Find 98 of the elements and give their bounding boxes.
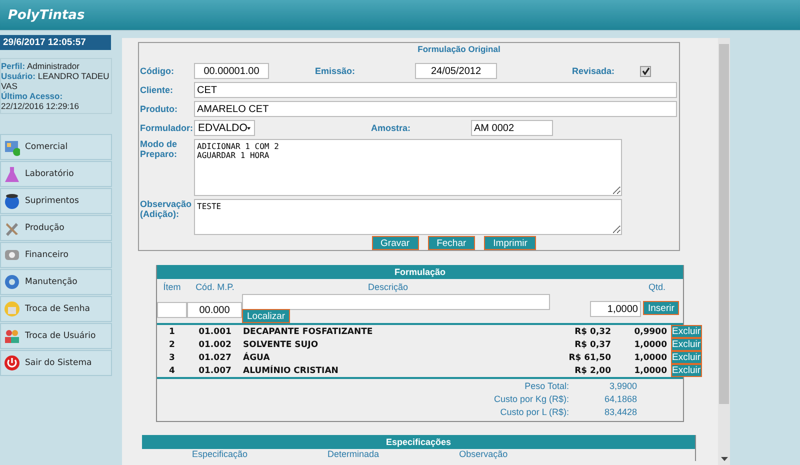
- column-header: Ítem: [162, 282, 182, 292]
- flask-icon: [4, 166, 20, 182]
- delete-button[interactable]: Excluir: [671, 351, 702, 364]
- barrel-icon: [4, 192, 20, 210]
- field-label: Emissão:: [315, 66, 356, 76]
- checkbox[interactable]: [640, 66, 651, 76]
- total-value: 83,4428: [603, 406, 637, 416]
- table-cell-text: 0,9900: [633, 326, 668, 336]
- field-label: Revisada:: [572, 66, 616, 76]
- column-header: Especificação: [192, 449, 248, 461]
- profile-text: Último Acesso: 22/12/2016 12:29:16: [1, 91, 80, 111]
- table-cell-text: 2: [168, 340, 176, 350]
- table-title: Formulação: [157, 265, 683, 279]
- menu-label[interactable]: Laboratório: [25, 169, 74, 179]
- power-icon: [4, 354, 20, 372]
- table-cell-text: ÁGUA: [243, 352, 271, 362]
- column-header: Observação: [459, 449, 508, 461]
- menu-item[interactable]: Sair do Sistema: [0, 350, 112, 376]
- scroll-down-icon[interactable]: [720, 457, 728, 461]
- table-cell-text: SOLVENTE SUJO: [243, 340, 320, 350]
- caret-icon: [247, 126, 251, 130]
- column-header: Determinada: [328, 449, 380, 461]
- field-label: Produto:: [140, 104, 178, 114]
- column-header: Descrição: [366, 282, 409, 292]
- table-cell-text: 01.001: [198, 326, 232, 336]
- total-label: Custo por Kg (R$):: [492, 394, 569, 404]
- table-cell-text: DECAPANTE FOSFATIZANTE: [243, 326, 374, 336]
- menu-item[interactable]: Troca de Usuário: [0, 323, 112, 349]
- menu-item[interactable]: Laboratório: [0, 161, 112, 187]
- table-cell-text: 1,0000: [633, 352, 668, 362]
- text-field[interactable]: 00.000: [187, 302, 242, 318]
- menu-label[interactable]: Suprimentos: [25, 196, 79, 206]
- app-title: PolyTintas: [8, 8, 85, 22]
- text-field[interactable]: 24/05/2012: [415, 63, 497, 79]
- form-title: Formulação Original: [416, 44, 502, 56]
- menu-label[interactable]: Troca de Usuário: [25, 331, 96, 341]
- total-label: Custo por L (R$):: [499, 406, 569, 416]
- table-cell-text: R$ 61,50: [568, 352, 611, 362]
- field-label: Cliente:: [140, 85, 174, 95]
- field-label: Amostra:: [371, 123, 412, 133]
- text-field[interactable]: CET: [194, 82, 677, 98]
- menu-item[interactable]: Troca de Senha: [0, 296, 112, 322]
- delete-button[interactable]: Excluir: [671, 364, 702, 377]
- text-area[interactable]: ADICIONAR 1 COM 2 AGUARDAR 1 HORA: [194, 139, 622, 196]
- menu-label[interactable]: Sair do Sistema: [25, 358, 92, 368]
- table-cell-text: ALUMÍNIO CRISTIAN: [243, 366, 340, 376]
- table-cell-text: 1,0000: [633, 340, 668, 350]
- datetime-label: 29/6/2017 12:05:57: [0, 35, 111, 50]
- table-cell-text: 01.027: [198, 352, 232, 362]
- gear-icon: [4, 274, 20, 290]
- users-icon: [4, 328, 20, 344]
- field-label: Modo de Preparo:: [140, 139, 178, 159]
- table-title: Especificações: [142, 435, 695, 449]
- text-area[interactable]: TESTE: [194, 199, 622, 235]
- dropdown[interactable]: EDVALDO: [194, 120, 255, 136]
- text-field[interactable]: [157, 302, 187, 318]
- table-cell-text: 1,0000: [633, 366, 668, 376]
- text-field[interactable]: 1,0000: [590, 301, 641, 317]
- table-cell-text: R$ 0,37: [574, 340, 611, 350]
- padlock-icon: [4, 300, 20, 318]
- table-cell-text: R$ 2,00: [574, 366, 611, 376]
- table-cell-text: 3: [168, 352, 176, 362]
- profile-text: Usuário: LEANDRO TADEU VAS: [1, 71, 110, 91]
- menu-item[interactable]: Comercial: [0, 134, 112, 160]
- table-cell-text: 01.007: [198, 366, 232, 376]
- text-field[interactable]: AM 0002: [471, 120, 553, 136]
- total-value: 3,9900: [608, 380, 637, 390]
- profile-text: Perfil: Administrador: [1, 61, 80, 71]
- text-field[interactable]: 00.00001.00: [194, 63, 269, 79]
- table-cell-text: 01.002: [198, 340, 232, 350]
- table-cell-text: 1: [168, 326, 176, 336]
- action-button[interactable]: Imprimir: [484, 236, 536, 250]
- field-label: Observação (Adição):: [140, 199, 193, 219]
- menu-label[interactable]: Financeiro: [25, 250, 68, 260]
- total-value: 64,1868: [603, 394, 637, 404]
- field-label: Código:: [140, 66, 175, 76]
- menu-label[interactable]: Manutenção: [25, 277, 78, 287]
- action-button[interactable]: Fechar: [428, 236, 476, 250]
- field-label: Formulador:: [140, 123, 194, 133]
- menu-label[interactable]: Produção: [25, 223, 64, 233]
- table-cell-text: 4: [168, 366, 176, 376]
- delete-button[interactable]: Excluir: [671, 338, 702, 351]
- menu-item[interactable]: Produção: [0, 215, 112, 241]
- column-header: Qtd.: [647, 282, 666, 292]
- text-field[interactable]: [242, 294, 550, 310]
- search-button[interactable]: Localizar: [242, 309, 290, 323]
- menu-item[interactable]: Suprimentos: [0, 188, 112, 214]
- menu-item[interactable]: Financeiro: [0, 242, 112, 268]
- text-field[interactable]: AMARELO CET: [194, 101, 677, 117]
- delete-button[interactable]: Excluir: [671, 325, 702, 338]
- insert-button[interactable]: Inserir: [643, 301, 680, 315]
- table-cell-text: R$ 0,32: [574, 326, 611, 336]
- menu-label[interactable]: Comercial: [25, 142, 68, 152]
- total-label: Peso Total:: [524, 380, 569, 390]
- column-header: Cód. M.P.: [194, 282, 236, 292]
- menu-item[interactable]: Manutenção: [0, 269, 112, 295]
- menu-label[interactable]: Troca de Senha: [25, 304, 90, 314]
- action-button[interactable]: Gravar: [372, 236, 419, 250]
